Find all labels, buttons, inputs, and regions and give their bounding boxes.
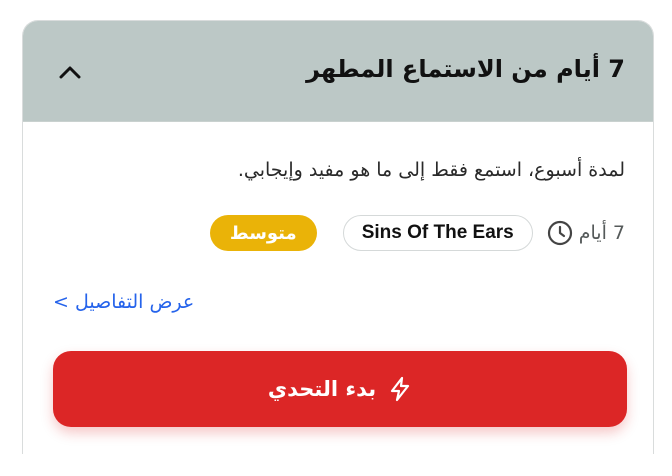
lightning-icon	[391, 376, 410, 402]
card-header[interactable]: 7 أيام من الاستماع المطهر	[23, 21, 653, 122]
chevron-up-icon	[59, 66, 81, 79]
difficulty-badge: متوسط	[209, 215, 317, 251]
duration-label: 7 أيام	[578, 222, 625, 244]
challenge-card: 7 أيام من الاستماع المطهر لمدة أسبوع، اس…	[22, 20, 654, 454]
start-challenge-button[interactable]: بدء التحدي	[53, 351, 627, 427]
view-details-link[interactable]: عرض التفاصيل >	[53, 291, 194, 313]
meta-row: 7 أيام Sins Of The Ears متوسط	[196, 213, 625, 253]
card-title: 7 أيام من الاستماع المطهر	[306, 55, 625, 83]
category-tag: Sins Of The Ears	[342, 215, 533, 251]
challenge-description: لمدة أسبوع، استمع فقط إلى ما هو مفيد وإي…	[237, 159, 625, 181]
collapse-button[interactable]	[55, 57, 85, 87]
duration: 7 أيام	[547, 220, 625, 246]
clock-icon	[547, 220, 572, 246]
start-button-label: بدء التحدي	[267, 377, 377, 401]
